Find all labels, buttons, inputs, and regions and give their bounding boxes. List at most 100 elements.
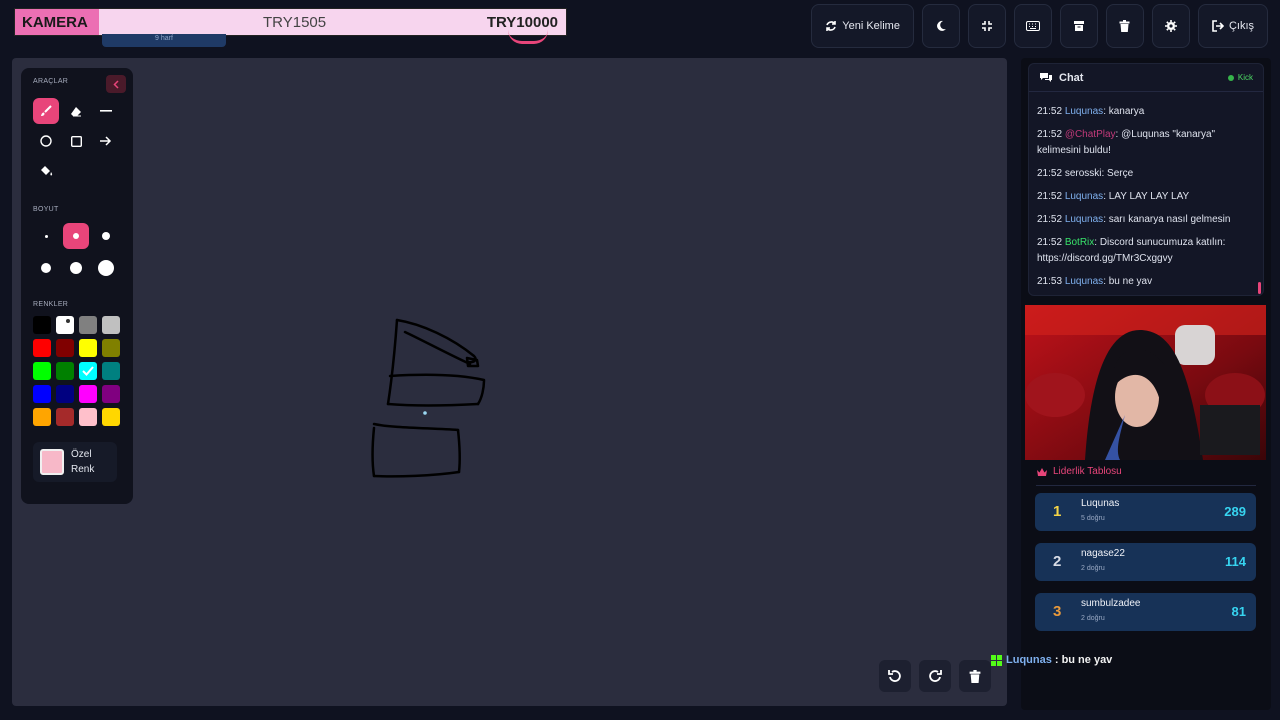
rectangle-tool[interactable] [63,128,89,154]
size-dot [102,232,110,240]
chat-platform-label: Kick [1237,73,1253,82]
overlay-user: Luqunas [1006,654,1052,666]
circle-icon [40,135,52,147]
color-swatch[interactable] [56,316,74,334]
color-swatch[interactable] [102,316,120,334]
size-dot [44,234,48,238]
new-word-label: Yeni Kelime [842,20,900,32]
message-text: : kanarya [1103,106,1145,117]
new-word-button[interactable]: Yeni Kelime [811,4,914,48]
kick-icon [991,655,1002,666]
archive-button[interactable] [1059,4,1098,48]
color-swatch[interactable] [56,339,74,357]
custom-color-button[interactable]: Özel Renk [33,442,117,482]
message-time: 21:53 [1037,276,1063,287]
theme-toggle-button[interactable] [921,4,960,48]
color-swatch[interactable] [33,316,51,334]
collapse-panel-button[interactable] [106,75,126,93]
leaderboard-correct-count: 5 doğru [1081,515,1105,522]
fill-tool[interactable] [33,158,59,184]
size-option-3[interactable] [93,223,119,249]
size-option-1[interactable] [33,223,59,249]
color-swatch[interactable] [33,408,51,426]
brush-tool[interactable] [33,98,59,124]
webcam-image [1025,305,1266,460]
redo-button[interactable] [919,660,951,692]
eraser-tool[interactable] [63,98,89,124]
drawing-canvas[interactable] [12,58,1007,706]
message-user[interactable]: @ChatPlay [1065,129,1116,140]
archive-icon [1073,21,1084,31]
compress-icon [981,21,992,31]
size-option-2[interactable] [63,223,89,249]
chat-message: 21:52 serosski: Serçe [1037,166,1253,182]
color-swatch[interactable] [56,408,74,426]
message-user[interactable]: BotRix [1065,237,1094,248]
color-swatch[interactable] [33,362,51,380]
compress-button[interactable] [967,4,1006,48]
chat-message: 21:52 Luqunas: sarı kanarya nasıl gelmes… [1037,212,1253,228]
message-user[interactable]: Luqunas [1065,106,1103,117]
leaderboard-title-label: Liderlik Tablosu [1053,466,1122,477]
custom-color-label-2: Renk [71,464,95,475]
color-swatch[interactable] [79,408,97,426]
chat-messages[interactable]: 21:52 Luqunas: kanarya 21:52 @ChatPlay: @… [1029,92,1263,290]
message-text: : bu ne yav [1103,276,1153,287]
undo-button[interactable] [879,660,911,692]
leaderboard-row: 2 nagase22 2 doğru 114 [1035,543,1256,581]
logout-icon [1212,20,1224,32]
keyboard-button[interactable] [1013,4,1052,48]
color-swatch[interactable] [102,408,120,426]
line-icon [100,110,112,112]
live-dot [1227,74,1234,81]
color-swatch[interactable] [102,339,120,357]
message-user[interactable]: Luqunas [1065,214,1103,225]
crown-icon [1037,467,1047,476]
message-time: 21:52 [1037,129,1063,140]
custom-color-swatch [40,449,64,475]
message-time: 21:52 [1037,168,1063,179]
size-option-4[interactable] [33,255,59,281]
message-user[interactable]: Luqunas [1065,276,1103,287]
color-swatch[interactable] [79,316,97,334]
leaderboard-divider [1036,485,1256,486]
tool-grid [33,98,121,184]
color-swatch[interactable] [102,362,120,380]
color-swatch[interactable] [79,385,97,403]
square-icon [70,135,82,147]
color-swatch[interactable] [102,385,120,403]
color-swatch[interactable] [79,362,97,380]
chat-message: 21:52 BotRix: Discord sunucumuza katılın… [1037,235,1253,267]
color-swatch[interactable] [79,339,97,357]
size-dot [70,262,82,274]
message-user[interactable]: Luqunas [1065,191,1103,202]
arrow-tool[interactable] [93,128,119,154]
size-option-6[interactable] [93,255,119,281]
color-swatch[interactable] [33,339,51,357]
color-swatch[interactable] [56,385,74,403]
delete-button[interactable] [1105,4,1144,48]
selected-dot [66,319,70,323]
size-option-5[interactable] [63,255,89,281]
chevron-left-icon [113,79,119,89]
color-palette [33,316,121,426]
chat-message: 21:52 Luqunas: LAY LAY LAY LAY [1037,189,1253,205]
circle-tool[interactable] [33,128,59,154]
colors-title: RENKLER [33,301,69,308]
message-time: 21:52 [1037,191,1063,202]
line-tool[interactable] [93,98,119,124]
clear-canvas-button[interactable] [959,660,991,692]
color-swatch[interactable] [33,385,51,403]
settings-button[interactable] [1151,4,1190,48]
custom-color-label-1: Özel [71,449,92,460]
leaderboard-correct-count: 2 doğru [1081,615,1105,622]
tools-panel: ARAÇLAR BOYUT RENKLER Özel Renk [21,68,133,504]
size-dot [98,260,114,276]
banner-right-label: TRY10000 [486,13,558,31]
color-swatch[interactable] [56,362,74,380]
leaderboard-name: sumbulzadee [1081,598,1141,609]
chat-scrollbar[interactable] [1258,282,1261,294]
check-icon [82,366,94,376]
logout-button[interactable]: Çıkış [1197,4,1268,48]
word-hint: 9 harf [102,34,226,47]
